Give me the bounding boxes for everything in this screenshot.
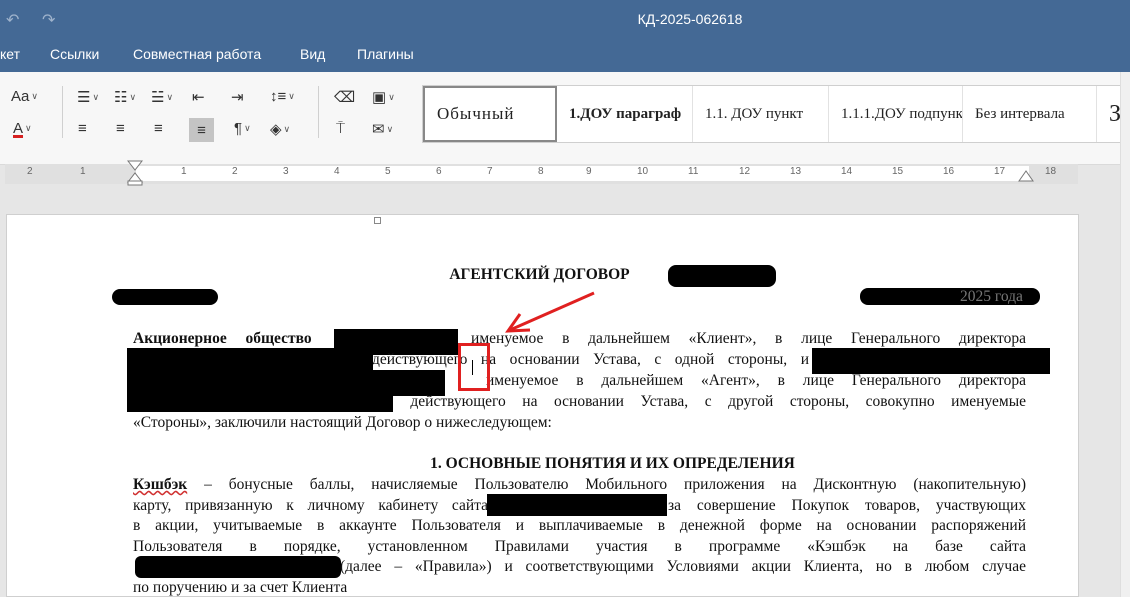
redaction-title (668, 265, 776, 287)
text-segment: действующего на основании Устава, с одно… (372, 351, 809, 368)
text-cursor (472, 360, 473, 375)
text-segment: именуемое в дальнейшем «Агент», в лице Г… (486, 372, 1026, 389)
text-segment: за совершение Покупок товаров, участвующ… (668, 497, 1026, 514)
section-heading: 1. ОСНОВНЫЕ ПОНЯТИЯ И ИХ ОПРЕДЕЛЕНИЯ (430, 455, 795, 472)
text-segment: карту, привязанную к личному кабинету са… (133, 497, 488, 514)
text-segment: в акции, учитываемые в аккаунте Пользова… (133, 517, 1026, 534)
annotation-arrow-icon (505, 291, 595, 333)
paragraph-line: карту, привязанную к личному кабинету са… (133, 497, 488, 515)
text-segment: , действующего на основании Устава, с др… (390, 393, 1026, 410)
redaction-director-agent (127, 391, 393, 412)
text-segment: (далее – «Правила») и соответствующими У… (340, 558, 1026, 575)
paragraph-line: Кэшбэк – бонусные баллы, начисляемые Пол… (133, 476, 1026, 494)
paragraph-line: (далее – «Правила») и соответствующими У… (340, 558, 1026, 576)
redaction-site-url-2 (135, 556, 341, 578)
document-title: АГЕНТСКИЙ ДОГОВОР (133, 266, 1026, 284)
date-suffix: 2025 года (960, 288, 1023, 305)
paragraph-line: в акции, учитываемые в аккаунте Пользова… (133, 517, 1026, 535)
paragraph-line: именуемое в дальнейшем «Агент», в лице Г… (486, 372, 1026, 390)
document-title-text: АГЕНТСКИЙ ДОГОВОР (449, 266, 630, 283)
redaction-site-url (487, 494, 667, 516)
company-label: Акционерное общество (133, 330, 312, 347)
vertical-scrollbar[interactable] (1120, 72, 1130, 597)
paragraph-line: Пользователя в порядке, установленном Пр… (133, 538, 1026, 556)
redaction-agent-name (812, 348, 1050, 374)
redaction-city (112, 289, 218, 305)
paragraph-line: за совершение Покупок товаров, участвующ… (668, 497, 1026, 515)
text-segment: Пользователя в порядке, установленном Пр… (133, 538, 1026, 555)
paragraph-line: , действующего на основании Устава, с др… (390, 393, 1026, 411)
paragraph-line: действующего на основании Устава, с одно… (372, 351, 809, 369)
term-cashback: Кэшбэк (133, 476, 188, 493)
annotation-highlight-box (458, 343, 490, 391)
paragraph-line: «Стороны», заключили настоящий Договор о… (133, 414, 552, 431)
text-segment: – бонусные баллы, начисляемые Пользовате… (187, 476, 1026, 493)
paragraph-line: по поручению и за счет Клиента (133, 579, 348, 596)
